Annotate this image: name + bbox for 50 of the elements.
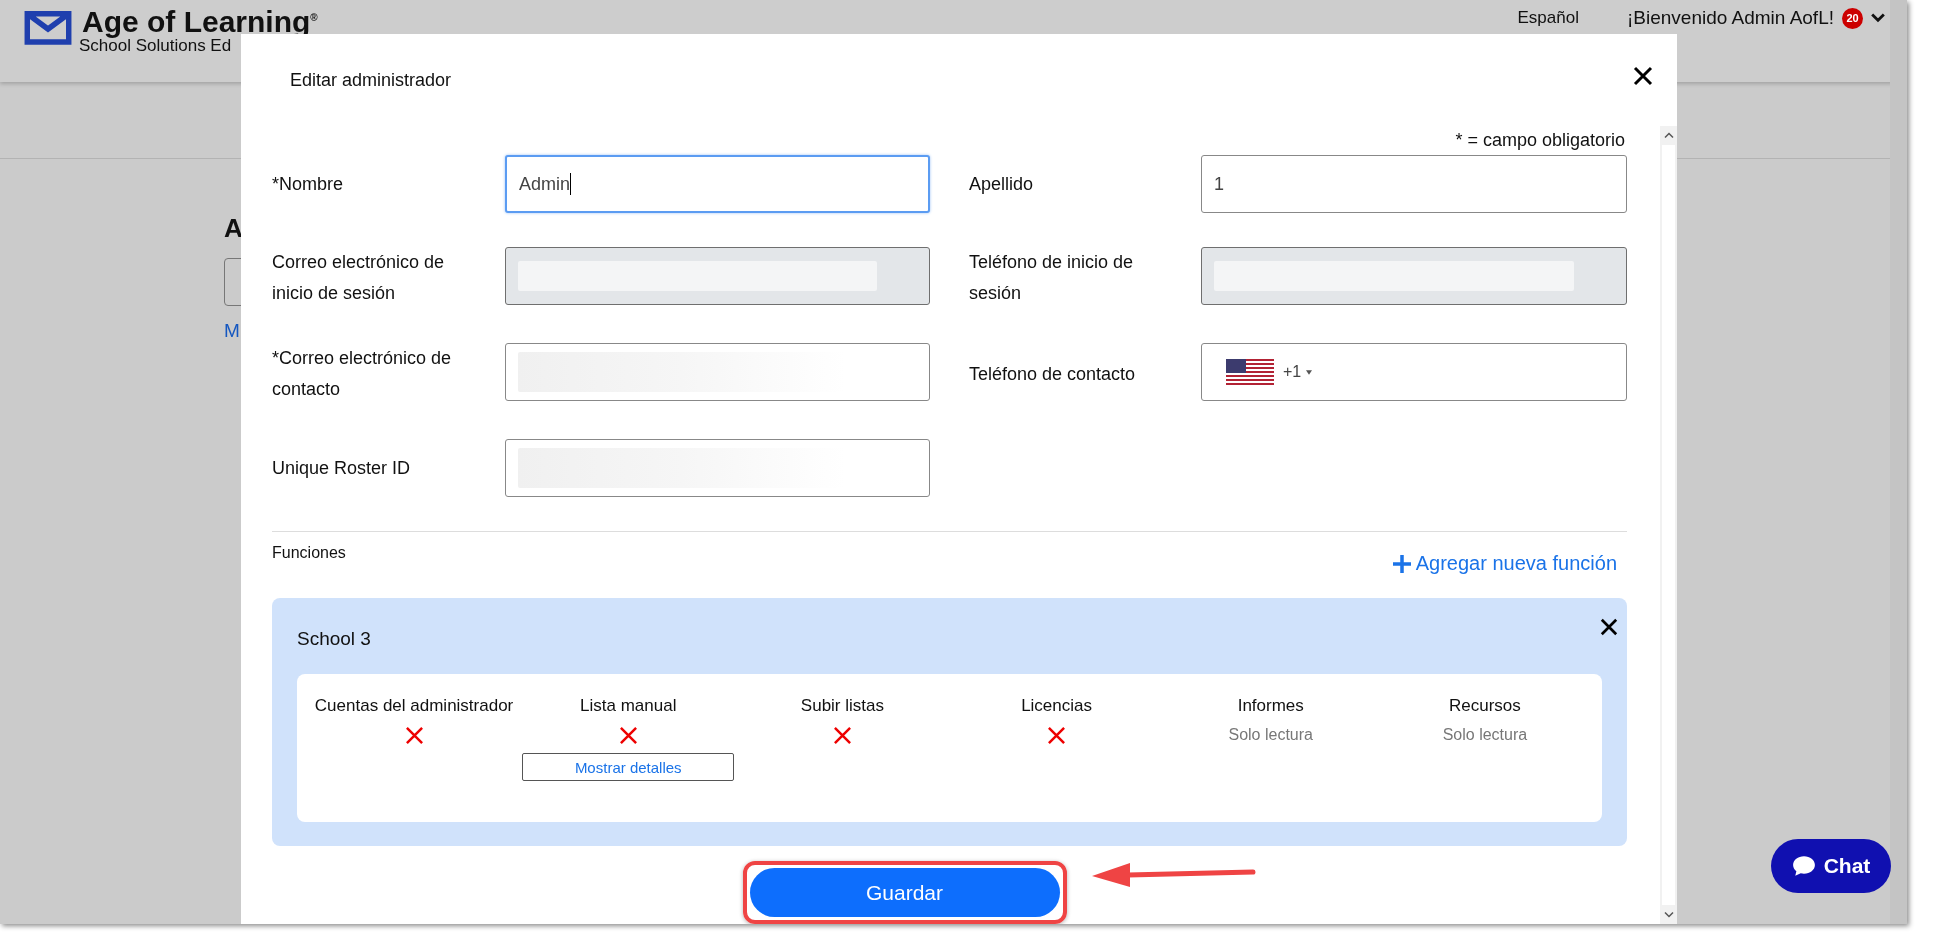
phone-field[interactable]: +1	[1201, 343, 1627, 401]
permission-name: Lista manual	[580, 696, 677, 716]
save-button[interactable]: Guardar	[749, 868, 1060, 917]
permission-name: Recursos	[1449, 696, 1521, 716]
input-field[interactable]: Admin	[505, 155, 930, 213]
chat-button[interactable]: Chat	[1771, 839, 1891, 893]
logo-title: Age of Learning$^{®}$	[82, 4, 318, 36]
chevron-down-icon[interactable]	[1871, 13, 1885, 23]
close-icon[interactable]	[1633, 66, 1653, 86]
cross-icon	[832, 726, 852, 745]
field-label: *Nombre	[272, 172, 345, 196]
modal-scrollbar[interactable]	[1660, 126, 1677, 924]
permission-value: Solo lectura	[1442, 726, 1528, 744]
permission-name: Licencias	[1021, 696, 1092, 716]
permission-value: Solo lectura	[1228, 726, 1313, 744]
page-scrollbar[interactable]	[1890, 0, 1907, 924]
input-field[interactable]: 1	[1201, 155, 1627, 213]
language-selector[interactable]: Español	[1517, 8, 1579, 28]
field-label: Teléfono de inicio de sesión	[968, 251, 1135, 305]
scroll-up-icon[interactable]	[1663, 132, 1674, 139]
notification-badge: 20	[1842, 7, 1863, 29]
dropdown-icon[interactable]	[1306, 369, 1313, 375]
plus-icon	[1391, 553, 1412, 574]
field-label: Teléfono de contacto	[968, 362, 1137, 386]
permission-name: Cuentas del administrador	[314, 696, 514, 716]
section-title: Funciones	[272, 544, 346, 562]
page-link[interactable]: M	[224, 320, 240, 342]
cross-icon	[1047, 726, 1067, 745]
field-label: *Correo electrónico de contacto	[272, 347, 453, 401]
cross-icon	[618, 726, 638, 745]
details-button[interactable]: Mostrar detalles	[522, 753, 735, 781]
chat-bubble-icon	[1791, 855, 1816, 877]
permission-name: Subir listas	[800, 696, 884, 716]
field-label: Correo electrónico de inicio de sesión	[272, 251, 446, 305]
page-heading: A	[224, 213, 243, 244]
required-note: * = campo obligatorio	[1455, 130, 1625, 151]
scroll-down-icon[interactable]	[1663, 911, 1674, 918]
field-label: Apellido	[968, 172, 1035, 196]
close-icon[interactable]	[1600, 618, 1618, 636]
field-label: Unique Roster ID	[272, 456, 412, 480]
welcome-text[interactable]: ¡Bienvenido Admin AofL!	[1626, 7, 1834, 29]
permission-name: Informes	[1237, 696, 1304, 716]
input-field[interactable]	[505, 439, 930, 497]
add-role-link[interactable]: Agregar nueva función	[1391, 552, 1617, 575]
input-field[interactable]	[505, 343, 930, 401]
modal-title: Editar administrador	[290, 70, 452, 91]
flag-icon[interactable]	[1226, 359, 1274, 385]
cross-icon	[404, 726, 424, 745]
logo-icon	[24, 10, 72, 48]
school-name: School 3	[297, 628, 371, 651]
